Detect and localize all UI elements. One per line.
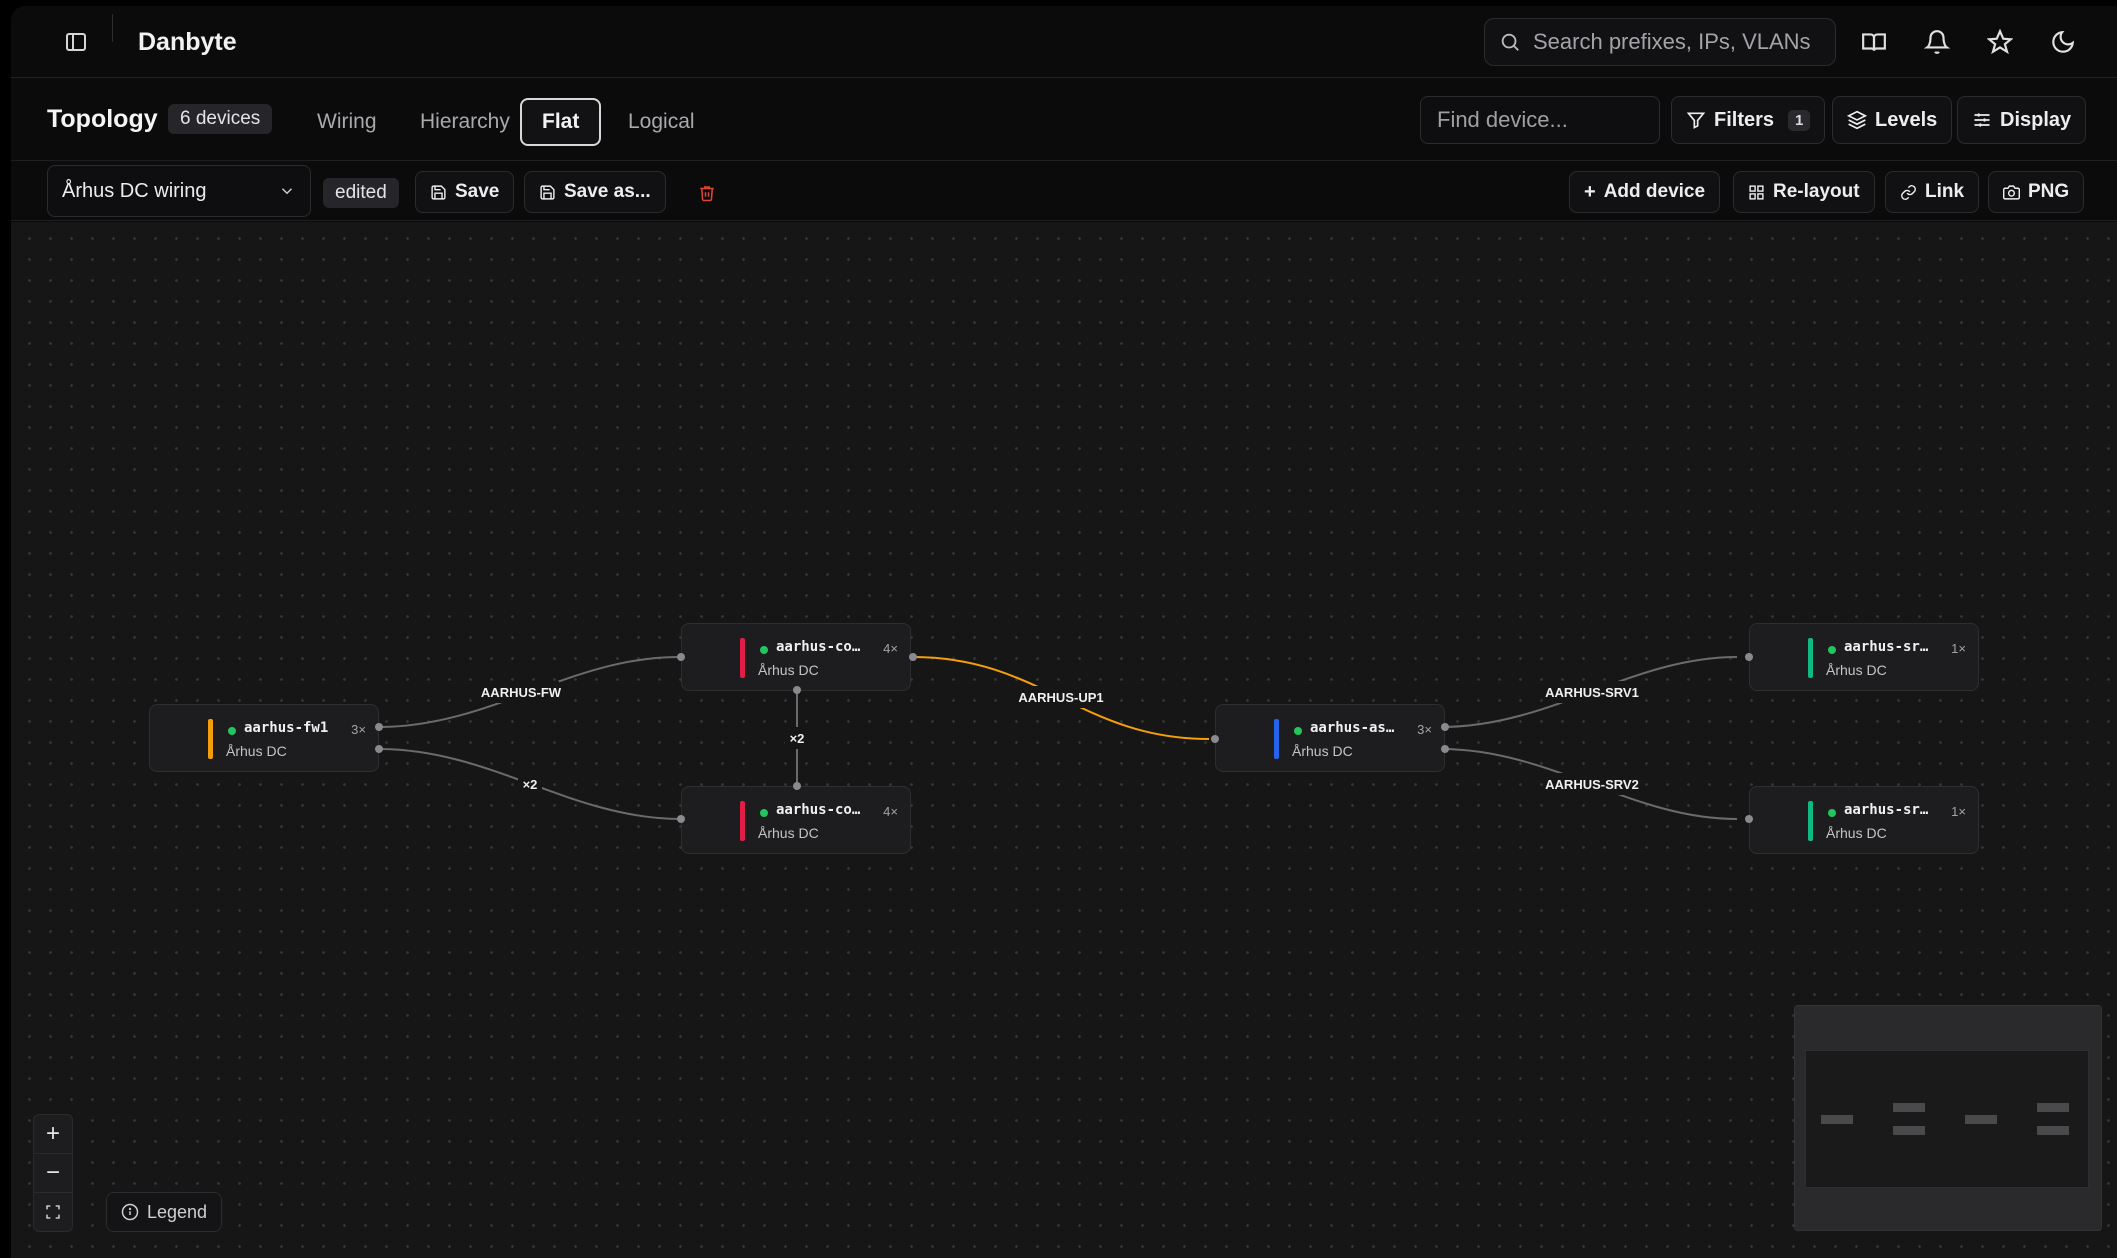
legend-label: Legend [147, 1201, 208, 1222]
port-handle[interactable] [375, 723, 383, 731]
port-handle[interactable] [793, 686, 801, 694]
port-handle[interactable] [909, 653, 917, 661]
port-handle[interactable] [1441, 745, 1449, 753]
port-handle[interactable] [677, 815, 685, 823]
minimap-node [1893, 1103, 1925, 1112]
minimap-node [1821, 1115, 1853, 1124]
port-handle[interactable] [677, 653, 685, 661]
app-window: Danbyte Topology 6 devices Wiring Hierar… [11, 6, 2117, 1258]
port-handle[interactable] [1211, 735, 1219, 743]
fullscreen-icon [46, 1205, 60, 1219]
port-handle[interactable] [1745, 815, 1753, 823]
minimap-node [2037, 1126, 2069, 1135]
info-icon [121, 1203, 139, 1221]
port-handle[interactable] [1745, 653, 1753, 661]
port-handle[interactable] [375, 745, 383, 753]
port-handle[interactable] [1441, 723, 1449, 731]
minimap-node [1893, 1126, 1925, 1135]
port-handle[interactable] [793, 782, 801, 790]
minimap[interactable] [1794, 1005, 2102, 1231]
minimap-node [1965, 1115, 1997, 1124]
minimap-node [2037, 1103, 2069, 1112]
zoom-controls: + − [33, 1114, 73, 1232]
zoom-out-button[interactable]: − [34, 1154, 72, 1193]
legend-button[interactable]: Legend [106, 1192, 223, 1232]
fit-view-button[interactable] [34, 1193, 72, 1231]
zoom-in-button[interactable]: + [34, 1115, 72, 1154]
